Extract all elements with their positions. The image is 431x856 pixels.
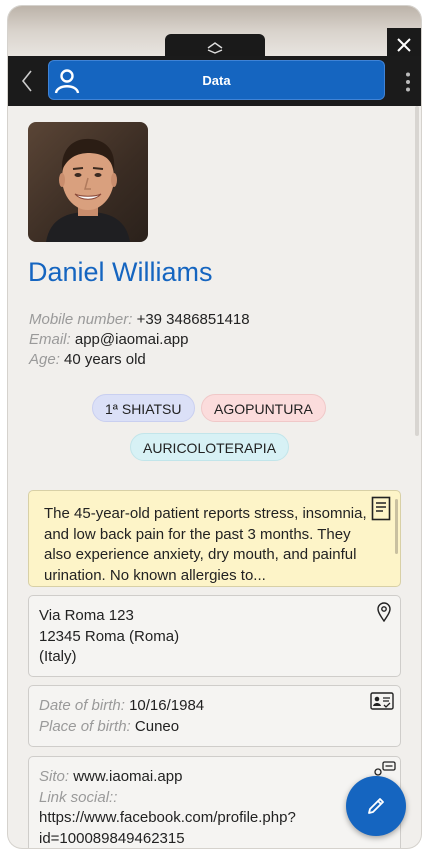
birthplace-row: Place of birth: Cuneo <box>39 717 204 738</box>
address-line2: 12345 Roma (Roma) <box>39 627 180 645</box>
birthdate-label: Date of birth: <box>39 697 125 714</box>
birthdate-value: 10/16/1984 <box>129 697 205 714</box>
close-icon <box>397 38 411 52</box>
chat-icon <box>374 761 396 776</box>
email-label: Email: <box>29 331 71 348</box>
age-value: 40 years old <box>64 351 146 368</box>
header-bar: Data <box>8 56 421 106</box>
chevron-up-icon <box>207 42 223 54</box>
web-text: Sito: www.iaomai.app Link social:: https… <box>39 767 296 848</box>
location-pin-icon <box>377 602 391 622</box>
mobile-value[interactable]: +39 3486851418 <box>137 311 250 328</box>
address-line3: (Italy) <box>39 648 77 665</box>
contact-info: Mobile number: +39 3486851418 Email: app… <box>29 310 250 370</box>
kebab-menu-icon[interactable] <box>405 72 411 92</box>
header-title: Data <box>202 72 231 88</box>
email-value[interactable]: app@iaomai.app <box>75 331 189 348</box>
scrollbar[interactable] <box>415 106 419 436</box>
id-card-icon <box>370 692 394 710</box>
note-text: The 45-year-old patient reports stress, … <box>44 505 367 584</box>
birth-card[interactable]: Date of birth: 10/16/1984 Place of birth… <box>28 685 401 747</box>
address-card[interactable]: Via Roma 123 12345 Roma (Roma) (Italy) <box>28 595 401 677</box>
note-card[interactable]: The 45-year-old patient reports stress, … <box>28 490 401 587</box>
birthdate-row: Date of birth: 10/16/1984 <box>39 696 204 717</box>
address-text: Via Roma 123 12345 Roma (Roma) (Italy) <box>39 606 179 668</box>
site-label: Sito: <box>39 768 70 785</box>
patient-details: Daniel Williams Mobile number: +39 34868… <box>8 106 421 848</box>
social-label: Link social:: <box>39 788 118 806</box>
edit-button[interactable] <box>346 776 406 836</box>
avatar <box>28 122 148 242</box>
birth-text: Date of birth: 10/16/1984 Place of birth… <box>39 696 204 737</box>
app-window: Data Daniel Williams Mobile number: +39 … <box>8 6 421 848</box>
address-line1: Via Roma 123 <box>39 607 134 624</box>
site-value[interactable]: www.iaomai.app <box>73 768 182 785</box>
age-row: Age: 40 years old <box>29 350 250 370</box>
birthplace-value: Cuneo <box>134 717 180 735</box>
social-link-line2[interactable]: id=100089849462315 <box>39 829 296 849</box>
note-scrollbar[interactable] <box>395 499 398 554</box>
email-row: Email: app@iaomai.app <box>29 330 250 350</box>
tag-auricoloterapia[interactable]: AURICOLOTERAPIA <box>130 433 290 461</box>
birthplace-label: Place of birth: <box>39 717 131 735</box>
back-button[interactable] <box>14 64 40 98</box>
pencil-icon <box>368 798 384 814</box>
site-row: Sito: www.iaomai.app <box>39 767 296 788</box>
mobile-row: Mobile number: +39 3486851418 <box>29 310 250 330</box>
tag-shiatsu[interactable]: 1ª SHIATSU <box>92 394 195 422</box>
note-icon <box>371 496 391 521</box>
tag-agopuntura[interactable]: AGOPUNTURA <box>201 394 326 422</box>
age-label: Age: <box>29 351 60 368</box>
mobile-label: Mobile number: <box>29 311 133 328</box>
header-title-pill[interactable]: Data <box>48 60 385 100</box>
back-arrow-icon <box>21 70 32 92</box>
patient-name: Daniel Williams <box>28 257 213 287</box>
web-card[interactable]: Sito: www.iaomai.app Link social:: https… <box>28 756 401 848</box>
social-link-line1[interactable]: https://www.facebook.com/profile.php? <box>39 808 296 829</box>
